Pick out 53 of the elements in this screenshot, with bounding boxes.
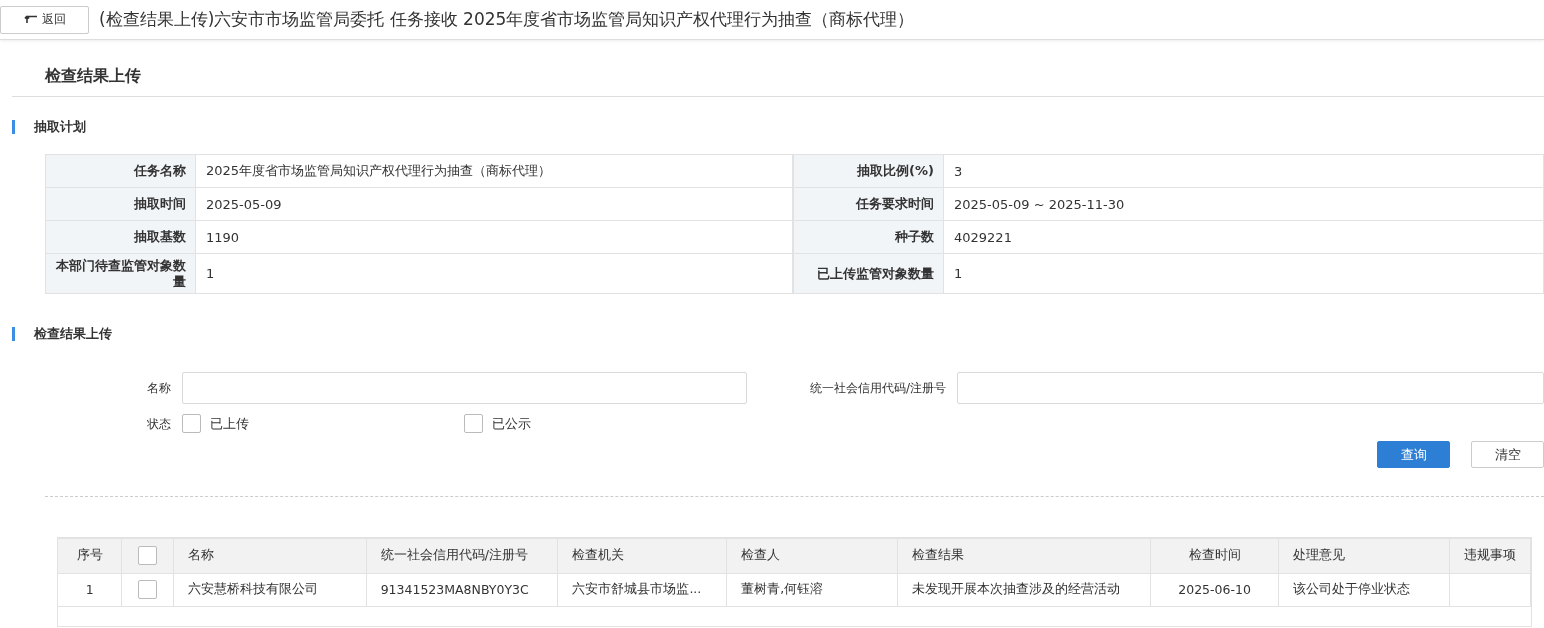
info-value: 1190	[196, 221, 794, 254]
table-cell: 六安慧桥科技有限公司	[188, 581, 319, 596]
table-cell: 2025-06-10	[1178, 582, 1251, 597]
info-label: 本部门待查监管对象数量	[46, 254, 196, 293]
info-label: 抽取基数	[46, 221, 196, 254]
column-header: 检查结果	[912, 547, 965, 563]
info-value: 2025年度省市场监管局知识产权代理行为抽查（商标代理）	[196, 155, 794, 188]
search-button[interactable]: 查询	[1377, 441, 1450, 468]
field-label: 名称	[147, 380, 171, 396]
info-value: 1	[953, 265, 964, 283]
info-label: 任务要求时间	[794, 188, 944, 221]
table-cell: 六安市舒城县市场监...	[572, 581, 702, 596]
column-header: 处理意见	[1293, 547, 1346, 563]
table-cell: 未发现开展本次抽查涉及的经营活动	[912, 581, 1121, 596]
table-cell: 该公司处于停业状态	[1293, 581, 1411, 596]
field-label: 统一社会信用代码/注册号	[809, 380, 946, 396]
info-label: 抽取比例(%)	[794, 155, 944, 188]
back-button[interactable]: 返回	[0, 5, 89, 34]
table-cell: 91341523MA8NBY0Y3C	[380, 582, 529, 597]
field-label: 状态	[147, 415, 171, 432]
info-value: 3	[944, 155, 1543, 188]
page-title: 检查结果上传	[45, 66, 141, 85]
row-checkbox[interactable]	[138, 580, 158, 599]
column-header: 检查人	[741, 547, 781, 563]
column-header: 统一社会信用代码/注册号	[380, 547, 528, 563]
section-marker	[12, 120, 15, 134]
section-title: 检查结果上传	[34, 325, 112, 343]
text-input-field[interactable]	[182, 372, 747, 404]
checkbox[interactable]	[182, 414, 201, 433]
table-cell: 1	[85, 582, 94, 597]
info-label: 抽取时间	[46, 188, 196, 221]
table-cell: 董树青,何钰溶	[741, 581, 824, 596]
select-all-checkbox[interactable]	[138, 546, 158, 566]
info-value: 2025-05-09	[196, 188, 794, 221]
return-arrow-icon	[23, 15, 38, 24]
column-header: 序号	[76, 547, 103, 563]
column-header: 检查机关	[572, 547, 625, 563]
info-label: 已上传监管对象数量	[794, 254, 944, 293]
column-header: 名称	[188, 547, 215, 563]
info-label: 种子数	[794, 221, 944, 254]
info-label: 任务名称	[46, 155, 196, 188]
clear-button[interactable]: 清空	[1471, 441, 1544, 468]
checkbox-label: 已上传	[210, 414, 249, 433]
section-marker	[12, 327, 15, 341]
text-input-field[interactable]	[957, 372, 1544, 404]
checkbox[interactable]	[464, 414, 483, 433]
checkbox-label: 已公示	[492, 414, 531, 433]
info-value: 2025-05-09 ~ 2025-11-30	[944, 188, 1543, 221]
info-value: 4029221	[944, 221, 1543, 254]
page-header-title: (检查结果上传)六安市市场监管局委托 任务接收 2025年度省市场监管局知识产权代理行为抽查（商标代理）	[99, 8, 915, 31]
column-header: 检查时间	[1188, 547, 1241, 563]
column-header: 违规事项	[1464, 547, 1516, 563]
section-title: 抽取计划	[34, 118, 86, 136]
